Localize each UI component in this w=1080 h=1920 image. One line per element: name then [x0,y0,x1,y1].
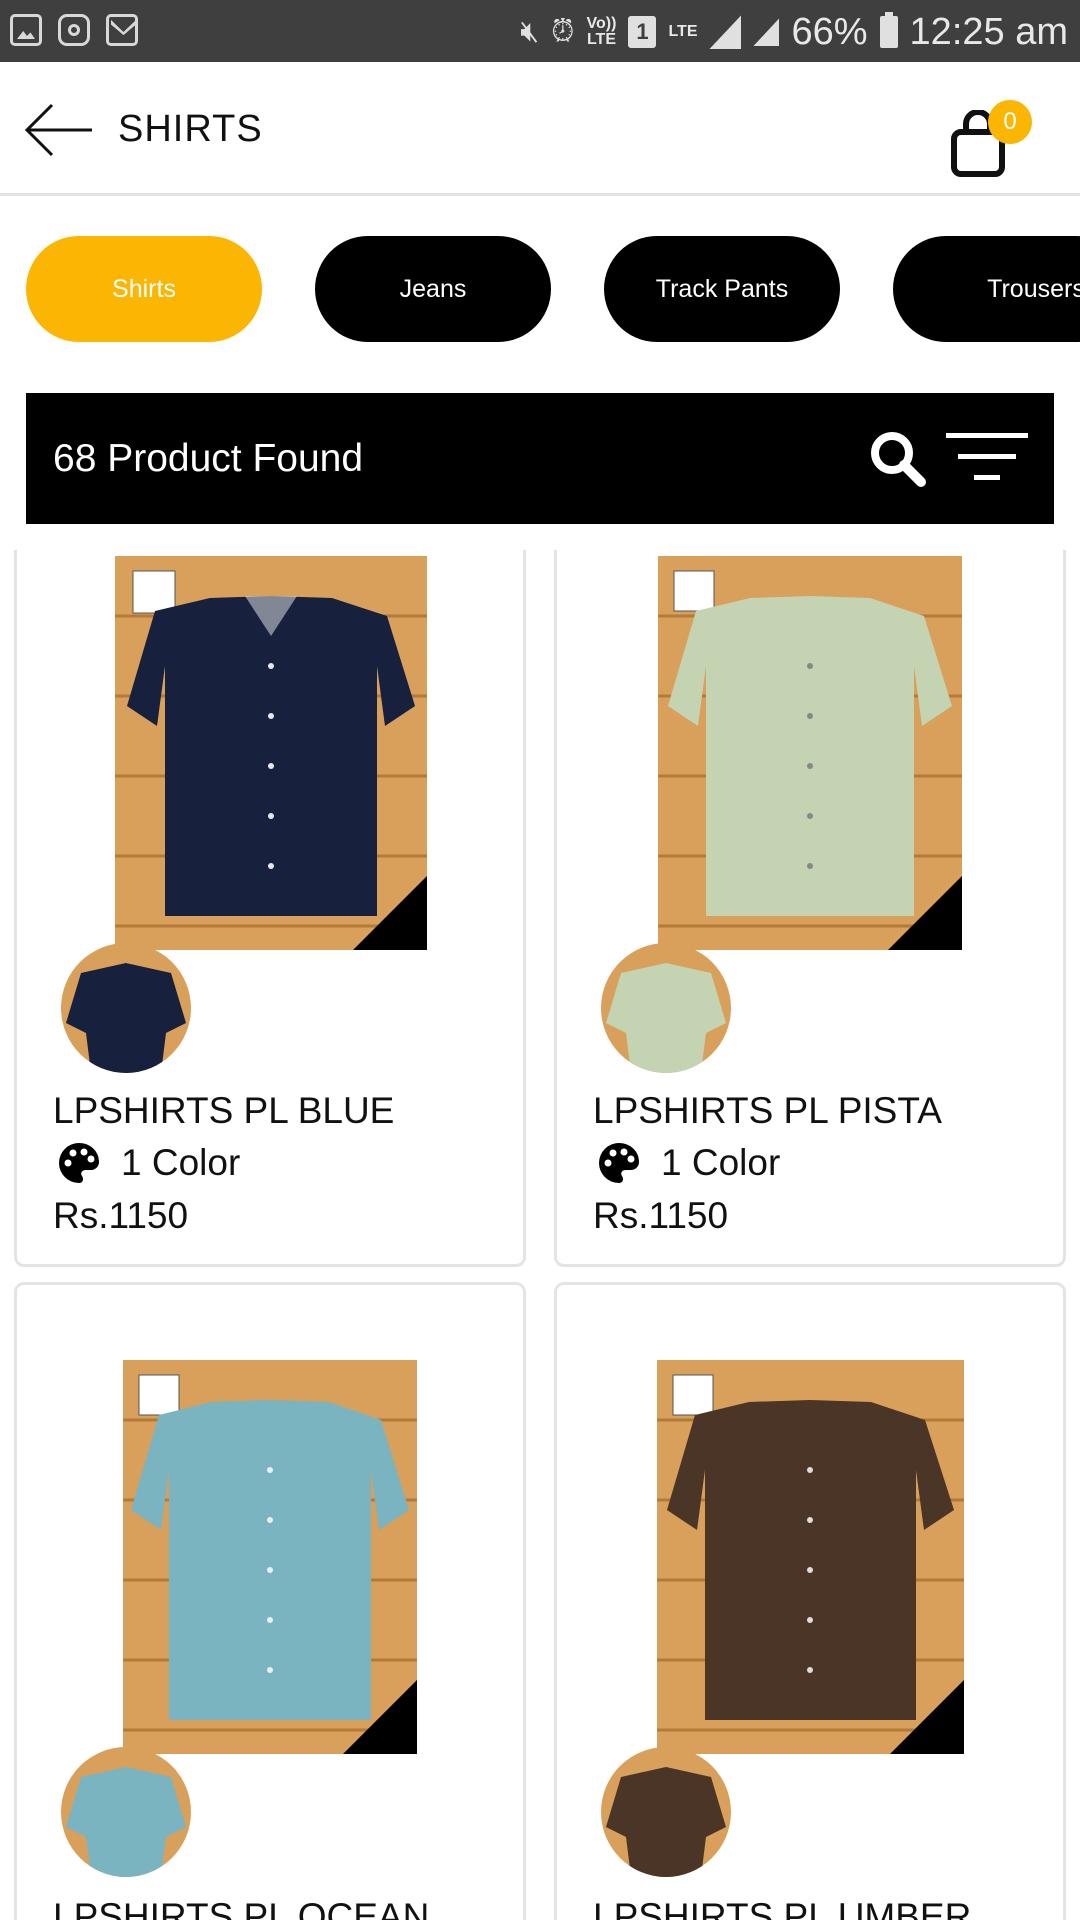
signal-icon [709,15,741,49]
cart-button[interactable]: 0 [950,100,1040,180]
sim-indicator: 1 [628,16,657,48]
category-tabs: Shirts Jeans Track Pants Trousers [0,236,1080,342]
clock: 12:25 am [909,10,1068,53]
filter-button[interactable] [946,431,1028,483]
palette-icon [59,1143,99,1183]
product-price: Rs.1150 [53,1195,189,1236]
cart-count-badge: 0 [988,100,1032,144]
color-swatch-thumbnail[interactable] [601,943,731,1073]
lte-indicator: LTE [668,23,698,40]
signal-icon-2 [753,18,779,46]
product-grid: LPSHIRTS PL BLUE 1 Color Rs.1150 LPSHIRT… [0,550,1080,1920]
search-icon [871,432,926,487]
product-image [658,556,962,950]
category-pill-trousers[interactable]: Trousers [893,236,1080,342]
instagram-icon [58,14,90,46]
category-pill-track-pants[interactable]: Track Pants [604,236,840,342]
alarm-icon: ⏰︎ [551,15,575,48]
product-count: 68 Product Found [53,437,364,480]
product-card[interactable]: LPSHIRTS PL PISTA 1 Color Rs.1150 [554,550,1066,1267]
system-icons: 🔇︎ ⏰︎ Vo)) LTE 1 LTE 66% 12:25 am [520,8,1068,56]
notification-icons [10,14,138,46]
color-count-label: 1 Color [661,1142,781,1183]
color-swatch-thumbnail[interactable] [61,1747,191,1877]
filter-icon [946,433,1028,480]
product-card[interactable]: LPSHIRTS PL BLUE 1 Color Rs.1150 [14,550,526,1267]
category-pill-jeans[interactable]: Jeans [315,236,551,342]
results-bar: 68 Product Found [26,393,1054,524]
gallery-icon [10,14,42,46]
volte-indicator: Vo)) LTE [586,15,617,48]
product-price: Rs.1150 [593,1195,729,1236]
app-header: SHIRTS 0 [0,62,1080,196]
gmail-icon [106,14,138,46]
color-swatch-thumbnail[interactable] [601,1747,731,1877]
product-name: LPSHIRTS PL PISTA [593,1090,942,1131]
product-name: LPSHIRTS PL OCEAN [53,1896,430,1920]
color-count: 1 Color [597,1141,780,1185]
category-pill-shirts[interactable]: Shirts [26,236,262,342]
product-card[interactable]: LPSHIRTS PL UMBER [554,1282,1066,1920]
product-image [115,556,427,950]
battery-icon [879,12,898,48]
product-image [657,1360,964,1754]
status-bar: 🔇︎ ⏰︎ Vo)) LTE 1 LTE 66% 12:25 am [0,0,1080,62]
battery-percent: 66% [791,10,868,53]
page-title: SHIRTS [118,108,263,150]
product-name: LPSHIRTS PL UMBER [593,1896,972,1920]
mute-icon: 🔇︎ [520,15,540,48]
product-card[interactable]: LPSHIRTS PL OCEAN [14,1282,526,1920]
product-image [123,1360,417,1754]
product-name: LPSHIRTS PL BLUE [53,1090,395,1131]
palette-icon [599,1143,639,1183]
back-arrow-icon [24,103,92,157]
color-swatch-thumbnail[interactable] [61,943,191,1073]
search-button[interactable] [868,429,928,489]
color-count: 1 Color [57,1141,240,1185]
back-button[interactable] [24,102,94,158]
color-count-label: 1 Color [121,1142,241,1183]
